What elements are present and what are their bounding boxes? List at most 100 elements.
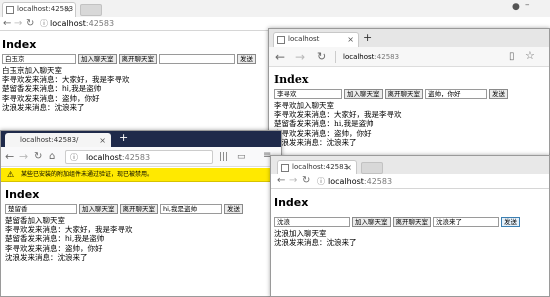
- join-button[interactable]: 加入聊天室: [78, 54, 117, 64]
- tab-strip: localhost:42583 × ● –: [0, 0, 550, 17]
- message-list: 白玉京加入聊天室 李寻欢发来消息：大家好，我是李寻欢 楚留香发来消息：hi,我是…: [2, 66, 272, 112]
- message: 楚留香发来消息：hi,我是盗帅: [5, 234, 105, 244]
- send-button[interactable]: 发送: [501, 217, 520, 227]
- reload-icon[interactable]: ↻: [302, 175, 310, 187]
- info-icon[interactable]: ⓘ: [70, 152, 78, 163]
- info-icon[interactable]: ⓘ: [317, 176, 325, 188]
- message-input[interactable]: 沈浪来了: [433, 217, 499, 227]
- account-icon[interactable]: ●: [512, 2, 520, 12]
- forward-icon[interactable]: →: [14, 18, 22, 30]
- page-icon: [6, 6, 14, 14]
- tab-strip: localhost × +: [269, 29, 549, 47]
- page-icon: [277, 36, 285, 44]
- tab-title: localhost: [288, 35, 320, 43]
- warning-icon: ⚠: [7, 170, 15, 179]
- message: 李寻欢发来消息：盗帅，你好: [2, 93, 100, 103]
- browser-tab[interactable]: localhost:42583 ×: [2, 2, 76, 17]
- reload-icon[interactable]: ↻: [34, 151, 42, 163]
- library-icon[interactable]: |||: [219, 151, 228, 163]
- back-icon[interactable]: ←: [277, 175, 285, 187]
- chat-form: 楚留香 加入聊天室 离开聊天室 hi,我是盗帅 发送: [5, 204, 277, 214]
- forward-icon[interactable]: →: [19, 151, 28, 163]
- url-host: localhost: [343, 53, 375, 61]
- url-port: :42583: [363, 177, 393, 186]
- message: 楚留香发来消息：hi,我是盗帅: [2, 84, 102, 94]
- new-tab-button[interactable]: [80, 4, 102, 16]
- send-button[interactable]: 发送: [237, 54, 256, 64]
- nav-bar: ← → ↻ ⌂ ⓘ localhost:42583 ||| ▭ ≡: [1, 147, 281, 167]
- message: 沈浪发来消息：沈浪来了: [274, 238, 357, 248]
- firefox-window: localhost:42583/ × + ← → ↻ ⌂ ⓘ localhost…: [0, 130, 282, 297]
- nav-bar: ← → ↻ ⓘ localhost:42583: [271, 174, 549, 189]
- page-content: Index 李寻欢 加入聊天室 离开聊天室 盗帅，你好 发送 李寻欢加入聊天室 …: [274, 73, 544, 147]
- message-input[interactable]: [159, 54, 235, 64]
- close-tab-icon[interactable]: ×: [345, 161, 352, 174]
- reload-icon[interactable]: ↻: [317, 51, 326, 63]
- new-tab-button[interactable]: [361, 162, 383, 174]
- message-list: 李寻欢加入聊天室 李寻欢发来消息：大家好，我是李寻欢 楚留香发来消息：hi,我是…: [274, 101, 544, 147]
- chat-form: 李寻欢 加入聊天室 离开聊天室 盗帅，你好 发送: [274, 89, 544, 99]
- url-port: :42583: [85, 19, 115, 28]
- name-input[interactable]: 楚留香: [5, 204, 77, 214]
- close-tab-icon[interactable]: ×: [347, 33, 354, 46]
- send-button[interactable]: 发送: [489, 89, 508, 99]
- message-input[interactable]: 盗帅，你好: [425, 89, 487, 99]
- browser-tab[interactable]: localhost ×: [273, 32, 359, 47]
- url-port: :42583: [374, 53, 400, 61]
- address-bar[interactable]: localhost:42583: [343, 51, 399, 63]
- message-list: 楚留香加入聊天室 李寻欢发来消息：大家好，我是李寻欢 楚留香发来消息：hi,我是…: [5, 216, 277, 262]
- tab-strip: localhost:42583 ×: [271, 156, 549, 174]
- url-host: localhost: [50, 19, 86, 28]
- url-host: localhost: [328, 177, 364, 186]
- address-bar[interactable]: localhost:42583: [50, 18, 114, 30]
- forward-icon[interactable]: →: [289, 175, 297, 187]
- info-icon[interactable]: ⓘ: [40, 18, 48, 30]
- message: 沈浪发来消息：沈浪来了: [274, 137, 357, 147]
- message: 李寻欢加入聊天室: [274, 101, 334, 110]
- reload-icon[interactable]: ↻: [26, 18, 34, 30]
- join-button[interactable]: 加入聊天室: [79, 204, 118, 214]
- favorite-star-icon[interactable]: ☆: [525, 50, 535, 62]
- edge-window: localhost × + ← → ↻ localhost:42583 ▯ ☆ …: [268, 28, 550, 158]
- chat-form: 白玉京 加入聊天室 离开聊天室 发送: [2, 54, 272, 64]
- address-bar[interactable]: ⓘ localhost:42583: [65, 150, 213, 164]
- address-bar[interactable]: localhost:42583: [328, 176, 392, 188]
- message-list: 沈浪加入聊天室 沈浪发来消息：沈浪来了: [274, 229, 546, 247]
- tab-title: localhost:42583/: [20, 136, 79, 144]
- message-input[interactable]: hi,我是盗帅: [160, 204, 222, 214]
- minimize-icon[interactable]: –: [525, 0, 530, 10]
- join-button[interactable]: 加入聊天室: [344, 89, 383, 99]
- message: 李寻欢发来消息：盗帅，你好: [5, 243, 103, 253]
- sidebar-icon[interactable]: ▭: [237, 151, 246, 163]
- browser-tab[interactable]: localhost:42583 ×: [277, 160, 357, 174]
- page-icon: [281, 164, 289, 172]
- browser-tab[interactable]: localhost:42583/ ×: [5, 133, 111, 147]
- join-button[interactable]: 加入聊天室: [352, 217, 391, 227]
- home-icon[interactable]: ⌂: [49, 151, 55, 163]
- forward-icon[interactable]: →: [295, 51, 305, 63]
- leave-button[interactable]: 离开聊天室: [392, 217, 431, 227]
- new-tab-icon[interactable]: +: [363, 31, 372, 44]
- message: 楚留香发来消息：hi,我是盗帅: [274, 119, 374, 129]
- message: 沈浪发来消息：沈浪来了: [2, 102, 85, 112]
- close-tab-icon[interactable]: ×: [64, 3, 71, 16]
- page-title: Index: [274, 73, 309, 86]
- new-tab-icon[interactable]: +: [119, 131, 128, 144]
- page-title: Index: [274, 196, 309, 209]
- page-content: Index 白玉京 加入聊天室 离开聊天室 发送 白玉京加入聊天室 李寻欢发来消…: [2, 38, 272, 112]
- leave-button[interactable]: 离开聊天室: [119, 204, 158, 214]
- name-input[interactable]: 李寻欢: [274, 89, 342, 99]
- back-icon[interactable]: ←: [275, 51, 285, 63]
- name-input[interactable]: 沈浪: [274, 217, 350, 227]
- leave-button[interactable]: 离开聊天室: [118, 54, 157, 64]
- back-icon[interactable]: ←: [5, 151, 14, 163]
- reading-view-icon[interactable]: ▯: [509, 51, 515, 63]
- close-tab-icon[interactable]: ×: [99, 134, 106, 147]
- page-title: Index: [5, 188, 40, 201]
- leave-button[interactable]: 离开聊天室: [384, 89, 423, 99]
- message: 李寻欢发来消息：盗帅，你好: [274, 128, 372, 138]
- chrome-window-2: localhost:42583 × ← → ↻ ⓘ localhost:4258…: [270, 155, 550, 297]
- send-button[interactable]: 发送: [224, 204, 243, 214]
- back-icon[interactable]: ←: [3, 18, 11, 30]
- name-input[interactable]: 白玉京: [2, 54, 76, 64]
